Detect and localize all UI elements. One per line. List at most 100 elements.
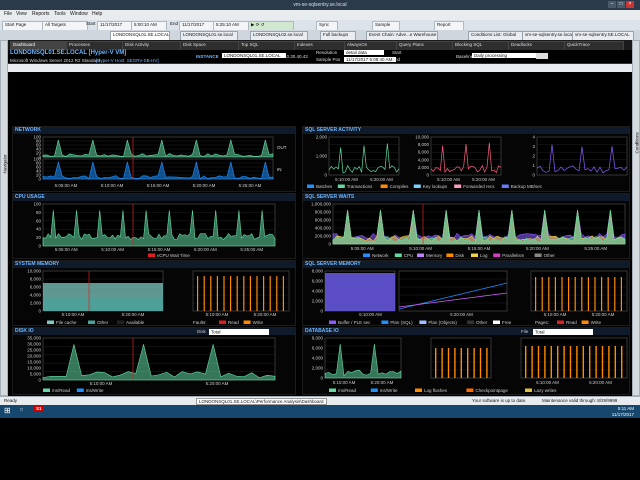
dbio-logflush-bar <box>460 348 462 378</box>
activity-legend-label: Backup MB/sec <box>511 184 543 189</box>
dbio-latency-x-tick: 5:20:00 AM <box>371 380 394 385</box>
pages-label: Pages: <box>535 320 549 325</box>
pages-legend-swatch <box>557 320 564 324</box>
activity-backup-y-tick: 2 <box>532 154 535 159</box>
faults-read-bar <box>282 276 284 311</box>
faults-legend-label: Read <box>228 320 239 325</box>
sqlmem-buffer-area <box>325 273 395 311</box>
left-dock-label: Navigator <box>2 154 8 174</box>
file-select-label: File <box>521 329 529 334</box>
menu-window[interactable]: Window <box>70 11 88 17</box>
pages-read-bar <box>607 277 609 311</box>
sqlmem-legend-swatch <box>419 320 427 324</box>
activity-legend-label: Transactions <box>347 184 373 189</box>
menu-reports[interactable]: Reports <box>32 11 50 17</box>
baseline-select[interactable]: Daily processing <box>472 53 536 58</box>
sql-waits-chart[interactable]: 1,000,000 800,000 600,000 400,000 200,000 0 5:… <box>303 194 631 260</box>
instance-label: INSTANCE <box>196 54 219 59</box>
faults-read-bar <box>203 276 205 311</box>
pages-read-bar <box>535 277 537 311</box>
menu-tools[interactable]: Tools <box>54 11 66 17</box>
pages-x-tick: 5:10:00 AM <box>544 312 567 317</box>
system-memory-panel: SYSTEM MEMORY 10,000 8,000 6,000 4,000 2,000… <box>12 260 296 326</box>
maximize-icon[interactable]: □ <box>617 1 625 8</box>
dbio-y-tick: 0 <box>320 376 323 381</box>
cpu-chart[interactable]: 100 80 60 40 20 0 5:05:00 AM 5:10:00 AM 5:15:00 … <box>13 194 297 260</box>
sql-activity-chart[interactable]: 2,000 1,000 0 10,000 8,000 6,000 4,000 2,000 0 4 3… <box>303 127 631 193</box>
cpu-x-tick: 5:05:00 AM <box>55 247 78 252</box>
disk-io-chart[interactable]: Disk Total 35,00030,00025,00020,00015,0001… <box>13 328 297 396</box>
cpu-legend-swatch <box>148 253 155 257</box>
waits-legend-label: Memory <box>426 253 443 258</box>
activity-lookups-y-tick: 2,000 <box>418 165 430 170</box>
dbio-legend-swatch <box>466 388 474 392</box>
pages-read-bar <box>587 277 589 311</box>
dbio-logflush-bar <box>473 348 475 378</box>
instance-ip: 10.30.40.43 <box>284 54 308 59</box>
dbio-checkpoint-bar <box>608 346 610 378</box>
status-ready: Ready <box>4 398 18 403</box>
faults-read-bar <box>210 276 212 311</box>
dbio-logflush-bar <box>486 348 488 378</box>
dbio-y-tick: 8,000 <box>312 336 324 341</box>
dbio-legend-label: ms/Read <box>338 388 357 393</box>
minimize-icon[interactable]: – <box>608 1 616 8</box>
database-io-panel: DATABASE IO File Total 8,000 6,000 4,000 2,00… <box>302 327 630 395</box>
activity-backup-y-tick: 0 <box>532 173 535 178</box>
disk-legend-label: ms/Write <box>86 388 104 393</box>
dbio-logflush-bar <box>447 348 450 378</box>
network-x-tick: 5:20:00 AM <box>193 183 216 188</box>
menu-help[interactable]: Help <box>92 11 102 17</box>
activity-lookups-y-tick: 8,000 <box>418 142 430 147</box>
host-link[interactable]: [Hyper-V Host: SEGRV-SB-HV] <box>96 58 159 63</box>
file-explorer-icon[interactable]: □ <box>20 407 23 412</box>
activity-lookups-y-tick: 10,000 <box>415 135 429 140</box>
dbio-logflush-bar <box>467 348 469 378</box>
dbio-checkpoint-bar <box>595 346 597 378</box>
cpu-y-tick: 40 <box>36 227 42 232</box>
dbio-logflush-bar <box>454 348 456 378</box>
sqlmem-y-tick: 2,000 <box>312 299 324 304</box>
waits-y-tick: 1,000,000 <box>311 202 332 207</box>
close-icon[interactable]: × <box>626 1 634 8</box>
dbio-legend-swatch <box>525 388 532 392</box>
sql-memory-chart[interactable]: 8,000 6,000 4,000 2,000 0 5:10:00 AM 5:20:00 A… <box>303 261 631 327</box>
database-io-chart[interactable]: File Total 8,000 6,000 4,000 2,000 0 5:10:00 AM… <box>303 328 631 396</box>
pages-legend-swatch <box>581 320 589 324</box>
sqlmem-legend-swatch <box>329 320 336 324</box>
sqlmem-x-tick: 5:10:00 AM <box>359 312 382 317</box>
instance-select[interactable]: LONDONSQL01.SE.LOCAL <box>222 53 286 58</box>
sql-waits-panel: SQL SERVER WAITS 1,000,000 800,000 600,000… <box>302 193 630 259</box>
menu-view[interactable]: View <box>16 11 27 17</box>
cpu-y-tick: 80 <box>36 210 42 215</box>
resolution-select[interactable]: detail data <box>344 50 384 55</box>
dbio-logflush-bar <box>441 348 443 378</box>
sqlmem-legend-label: Buffer / PLE sec <box>338 320 371 325</box>
sentryone-taskbar-icon[interactable]: S1 <box>34 406 44 411</box>
dbio-legend-swatch <box>370 388 378 392</box>
sample-pos-value[interactable]: 11/17/2017 5:09:40 AM <box>344 57 396 62</box>
left-dock-bar[interactable]: Navigator <box>0 40 8 396</box>
clock-time[interactable]: 5:11 AM <box>618 406 634 411</box>
disk-y-tick: 0 <box>38 378 41 383</box>
sqlmem-legend-label: Plan (SQL) <box>390 320 413 325</box>
cpu-y-tick: 100 <box>33 202 41 207</box>
memory-y-tick: 0 <box>38 309 41 314</box>
waits-y-tick: 600,000 <box>315 218 332 223</box>
waits-legend-swatch <box>394 253 402 257</box>
dbio-checkpoint-bar <box>537 346 540 378</box>
dbio-legend-swatch <box>415 388 422 392</box>
windows-start-icon[interactable]: ⊞ <box>4 406 11 415</box>
baseline-options-button[interactable] <box>536 53 548 59</box>
disk-x-tick: 5:20:00 AM <box>206 381 229 386</box>
right-dock-bar[interactable]: Conditions <box>632 40 640 396</box>
sample-pos-label: Sample Pos <box>316 57 341 62</box>
faults-plot <box>192 270 290 312</box>
system-memory-chart[interactable]: 10,000 8,000 6,000 4,000 2,000 0 5:10:00 AM 5:2… <box>13 261 297 327</box>
network-chart[interactable]: 100806040200100806040200OUTIN5:05:00 AM 5… <box>13 127 297 193</box>
pages-read-bar <box>601 277 603 311</box>
waits-legend-label: Parallelism <box>502 253 524 258</box>
pages-read-bar <box>620 277 622 311</box>
disk-select-label: Disk <box>197 329 206 334</box>
menu-file[interactable]: File <box>4 11 12 17</box>
